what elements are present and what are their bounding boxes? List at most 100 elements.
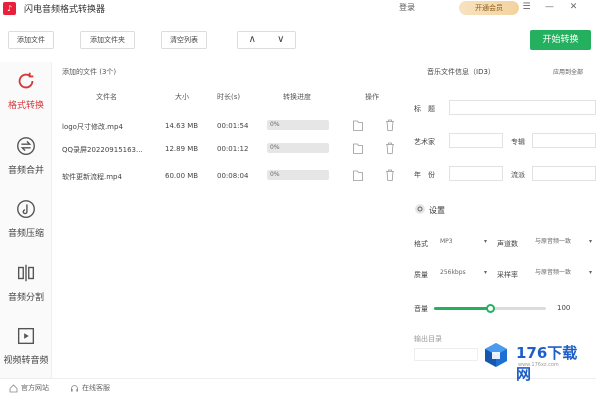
table-row[interactable]: 软件更新流程.mp4 60.00 MB 00:08:04 0% xyxy=(58,166,403,186)
column-header: 时长(s) xyxy=(217,93,241,101)
sidebar-item-audio-compress[interactable]: 音频压缩 xyxy=(0,190,52,250)
volume-slider-fill xyxy=(434,307,490,310)
file-name: 软件更新流程.mp4 xyxy=(62,173,122,181)
apply-all-button[interactable]: 应用到全部 xyxy=(553,67,583,76)
app-logo: ♪ xyxy=(3,2,16,15)
sidebar-item-label: 视频转音频 xyxy=(3,356,49,366)
year-label: 年 份 xyxy=(414,171,435,179)
column-header: 文件名 xyxy=(96,93,117,101)
compress-icon xyxy=(17,200,35,218)
support-link[interactable]: 在线客服 xyxy=(70,383,110,393)
headset-icon xyxy=(71,384,78,391)
merge-icon xyxy=(17,137,35,155)
website-link[interactable]: 官方网站 xyxy=(9,383,49,393)
table-row[interactable]: QQ录屏20220915163... 12.89 MB 00:01:12 0% xyxy=(58,139,403,159)
progress-bar: 0% xyxy=(267,170,329,180)
watermark-url: www.176xz.com xyxy=(518,362,559,368)
move-down-button[interactable]: ∨ xyxy=(267,32,296,48)
refresh-icon xyxy=(18,72,34,89)
sidebar-item-audio-split[interactable]: 音频分割 xyxy=(0,254,52,314)
menu-icon[interactable]: ☰ xyxy=(521,2,532,13)
sidebar-item-label: 格式转换 xyxy=(7,101,44,111)
title-bar: ♪ 闪电音频格式转换器 登录 开通会员 ☰ — ✕ xyxy=(0,0,596,16)
reorder-buttons: ∧ ∨ xyxy=(237,31,296,49)
add-file-button[interactable]: 添加文件 xyxy=(8,31,54,49)
folder-icon[interactable] xyxy=(353,119,363,131)
artist-label: 艺术家 xyxy=(414,138,435,146)
file-size: 14.63 MB xyxy=(165,122,199,130)
genre-label: 流派 xyxy=(511,171,525,179)
file-name: QQ录屏20220915163... xyxy=(62,146,143,154)
samplerate-select[interactable]: 与原音频一致 xyxy=(532,266,594,279)
gear-icon xyxy=(415,204,425,214)
bottom-bar: 官方网站 在线客服 xyxy=(0,378,596,396)
video-to-audio-icon xyxy=(17,327,35,345)
sidebar-item-label: 音频压缩 xyxy=(7,229,44,239)
sidebar: 格式转换 音频合并 音频压缩 音频分割 视频转音频 xyxy=(0,62,52,378)
volume-slider[interactable] xyxy=(434,304,546,313)
file-table-header: 文件名 大小 时长(s) 转换进度 操作 xyxy=(58,92,403,104)
progress-bar: 0% xyxy=(267,143,329,153)
login-link[interactable]: 登录 xyxy=(399,2,415,13)
close-icon[interactable]: ✕ xyxy=(568,2,579,13)
title-input[interactable] xyxy=(449,100,596,115)
app-title: 闪电音频格式转换器 xyxy=(24,5,106,15)
minimize-icon[interactable]: — xyxy=(544,2,555,13)
settings-header: 设置 xyxy=(414,202,596,218)
file-name: logo尺寸修改.mp4 xyxy=(62,123,123,131)
channels-select[interactable]: 与原音频一致 xyxy=(532,235,594,248)
quality-select[interactable]: 256kbps xyxy=(437,266,489,279)
volume-label: 音量 xyxy=(414,305,428,313)
output-dir-label: 输出目录 xyxy=(414,335,442,343)
add-folder-button[interactable]: 添加文件夹 xyxy=(80,31,135,49)
sidebar-item-audio-merge[interactable]: 音频合并 xyxy=(0,127,52,187)
website-label: 官方网站 xyxy=(21,384,49,392)
sidebar-item-label: 音频分割 xyxy=(7,293,44,303)
watermark-logo xyxy=(485,343,507,367)
column-header: 转换进度 xyxy=(283,93,311,101)
move-up-button[interactable]: ∧ xyxy=(238,32,267,48)
progress-bar: 0% xyxy=(267,120,329,130)
vip-button[interactable]: 开通会员 xyxy=(459,1,519,15)
album-label: 专辑 xyxy=(511,138,525,146)
clear-list-button[interactable]: 清空列表 xyxy=(161,31,207,49)
volume-slider-thumb[interactable] xyxy=(486,304,495,313)
sidebar-item-format-convert[interactable]: 格式转换 xyxy=(0,62,52,122)
split-icon xyxy=(17,264,35,282)
quality-label: 质量 xyxy=(414,271,428,279)
settings-label: 设置 xyxy=(429,206,445,215)
metadata-header: 音乐文件信息（ID3） xyxy=(427,68,495,76)
column-header: 大小 xyxy=(175,93,189,101)
delete-icon[interactable] xyxy=(385,119,395,131)
format-select[interactable]: MP3 xyxy=(437,235,489,248)
format-label: 格式 xyxy=(414,240,428,248)
genre-input[interactable] xyxy=(532,166,596,181)
home-icon xyxy=(9,383,18,392)
samplerate-label: 采样率 xyxy=(497,271,518,279)
delete-icon[interactable] xyxy=(385,142,395,154)
artist-input[interactable] xyxy=(449,133,503,148)
sidebar-item-video-to-audio[interactable]: 视频转音频 xyxy=(0,317,52,377)
support-label: 在线客服 xyxy=(82,384,110,392)
file-duration: 00:01:54 xyxy=(217,122,249,130)
folder-icon[interactable] xyxy=(353,142,363,154)
table-row[interactable]: logo尺寸修改.mp4 14.63 MB 00:01:54 0% xyxy=(58,116,403,136)
output-dir-input[interactable] xyxy=(414,348,478,361)
folder-icon[interactable] xyxy=(353,169,363,181)
channels-label: 声道数 xyxy=(497,240,518,248)
year-input[interactable] xyxy=(449,166,503,181)
column-header: 操作 xyxy=(365,93,379,101)
file-count: 添加的文件 (3个) xyxy=(62,68,117,76)
delete-icon[interactable] xyxy=(385,169,395,181)
album-input[interactable] xyxy=(532,133,596,148)
start-convert-button[interactable]: 开始转换 xyxy=(530,30,591,50)
file-duration: 00:08:04 xyxy=(217,172,249,180)
volume-value: 100 xyxy=(557,304,571,312)
watermark: 176下载网 www.176xz.com xyxy=(478,337,586,383)
file-duration: 00:01:12 xyxy=(217,145,249,153)
file-size: 60.00 MB xyxy=(165,172,199,180)
file-size: 12.89 MB xyxy=(165,145,199,153)
sidebar-item-label: 音频合并 xyxy=(7,166,44,176)
toolbar: 添加文件 添加文件夹 清空列表 ∧ ∨ 开始转换 xyxy=(0,29,596,51)
title-label: 标 题 xyxy=(414,105,435,113)
